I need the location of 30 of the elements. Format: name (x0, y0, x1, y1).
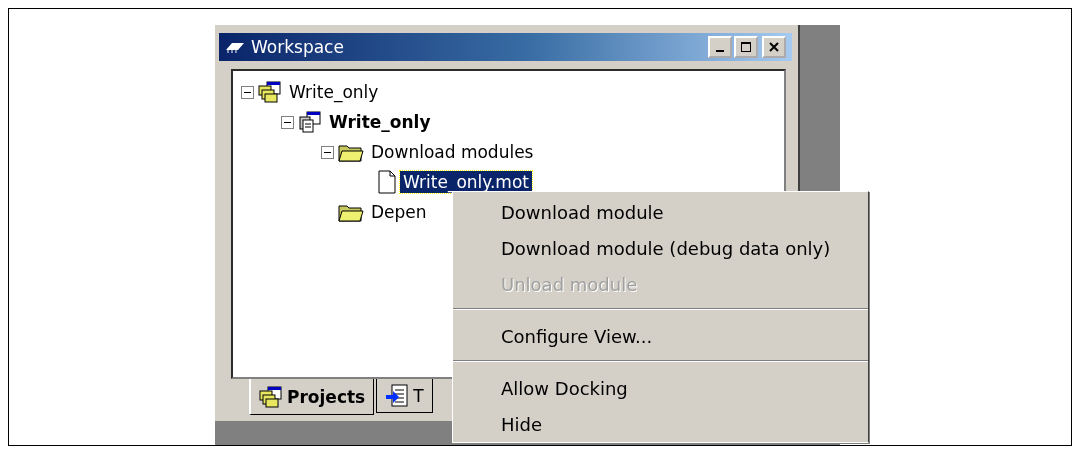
windows-stack-icon (259, 385, 283, 408)
collapse-toggle[interactable] (321, 145, 334, 159)
window-title: Workspace (251, 37, 344, 57)
close-button[interactable] (762, 36, 786, 58)
pages-stack-icon (298, 111, 322, 133)
tree-item[interactable]: Download modules (368, 141, 537, 163)
tree-item[interactable]: Write_only.mot (400, 171, 532, 193)
tree-item[interactable]: Write_only (286, 81, 382, 103)
tree-item[interactable]: Depen (368, 201, 430, 223)
menu-item[interactable]: Download module (debug data only) (453, 230, 868, 266)
folder-icon (338, 202, 364, 222)
minimize-icon (716, 49, 724, 52)
chip-icon (225, 41, 245, 53)
windows-stack-icon (258, 81, 282, 103)
document-arrow-icon (385, 383, 410, 408)
collapse-toggle[interactable] (281, 115, 294, 129)
tree-item[interactable]: Write_only (326, 111, 434, 133)
menu-item[interactable]: Hide (453, 406, 868, 442)
menu-item[interactable]: Download module (453, 194, 868, 230)
tab[interactable]: T (376, 379, 433, 413)
maximize-button[interactable] (734, 36, 758, 58)
collapse-toggle[interactable] (241, 85, 254, 99)
folder-icon (338, 142, 364, 162)
close-icon (769, 42, 779, 52)
tab[interactable]: Projects (249, 379, 375, 415)
document-icon (378, 170, 396, 194)
menu-item[interactable]: Configure View... (453, 318, 868, 354)
minimize-button[interactable] (708, 36, 732, 58)
menu-item[interactable]: Allow Docking (453, 370, 868, 406)
maximize-icon (741, 42, 751, 52)
